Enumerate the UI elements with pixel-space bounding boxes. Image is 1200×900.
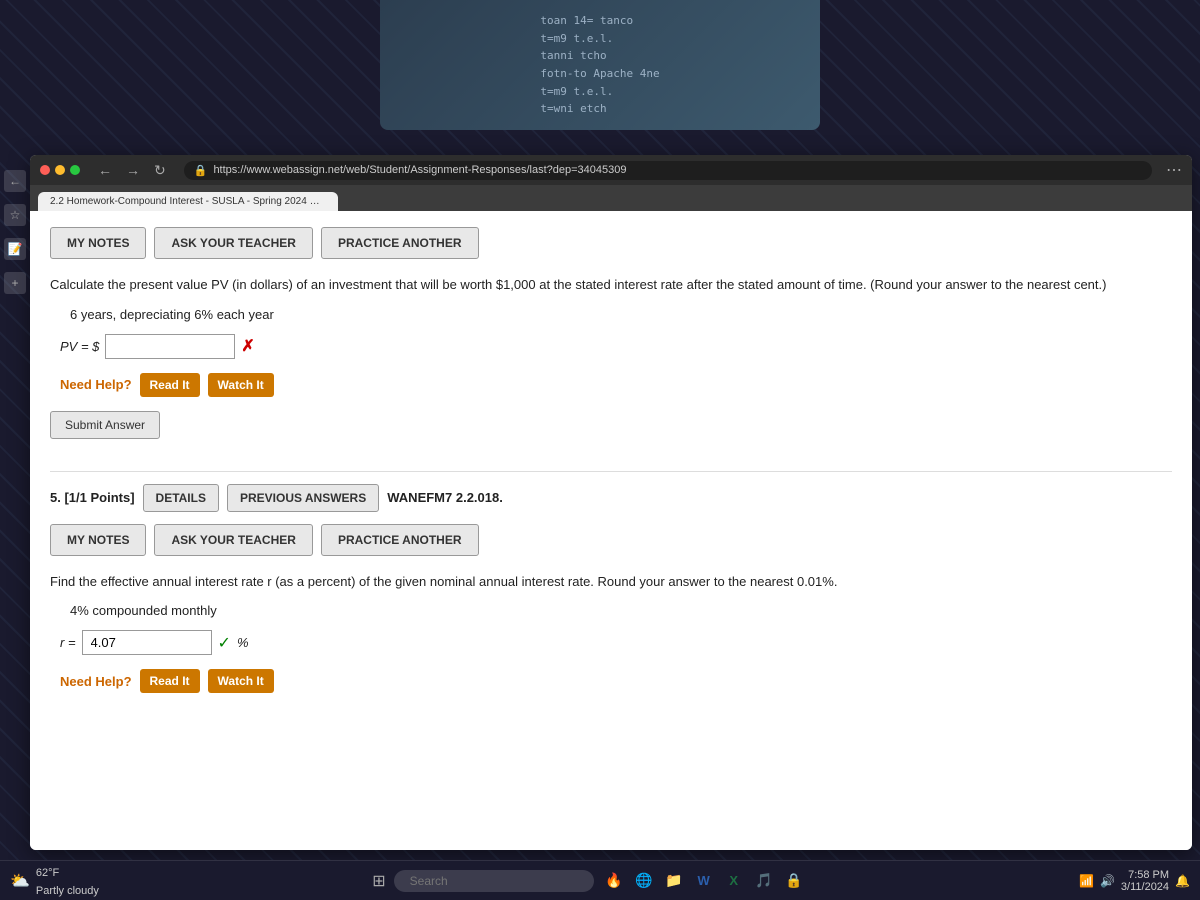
r-label: r = [60,635,76,650]
watch-it-button-4[interactable]: Watch It [208,373,274,397]
taskbar-icon-2[interactable]: 🌐 [632,869,656,893]
address-bar-container[interactable]: 🔒 [184,161,1152,180]
section5-action-buttons: MY NOTES ASK YOUR TEACHER PRACTICE ANOTH… [50,524,1172,556]
submit-answer-button[interactable]: Submit Answer [50,411,160,439]
browser-window: ← → ↻ 🔒 ⋯ 2.2 Homework-Compound Interest… [30,155,1192,850]
sidebar: ← ☆ 📝 + [0,160,30,760]
section4-action-buttons: MY NOTES ASK YOUR TEACHER PRACTICE ANOTH… [50,227,1172,259]
r-input[interactable] [82,630,212,655]
tab-bar: 2.2 Homework-Compound Interest - SUSLA -… [30,185,1192,211]
check-icon: ✓ [218,633,231,653]
watch-it-button-5[interactable]: Watch It [208,669,274,693]
reload-button[interactable]: ↻ [150,160,170,181]
taskbar-icon-1[interactable]: 🔥 [602,869,626,893]
sidebar-icon-plus[interactable]: + [4,272,26,294]
weather-condition: Partly cloudy [36,885,99,897]
top-decorative-image: toan 14= tanco t=m9 t.e.l. tanni tcho fo… [380,0,820,130]
taskbar: ⛅ 62°F Partly cloudy ⊞ 🔥 🌐 📁 W X 🎵 🔒 📶 🔊… [0,860,1200,900]
volume-icon: 🔊 [1100,874,1115,888]
sidebar-icon-note[interactable]: 📝 [4,238,26,260]
weather-icon: ⛅ [10,871,30,891]
read-it-button-5[interactable]: Read It [140,669,200,693]
section5-points-row: 5. [1/1 Points] DETAILS PREVIOUS ANSWERS… [50,484,1172,512]
prev-answers-button-5[interactable]: PREVIOUS ANSWERS [227,484,379,512]
forward-button[interactable]: → [122,160,144,180]
problem4-text: Calculate the present value PV (in dolla… [50,275,1172,295]
taskbar-left: ⛅ 62°F Partly cloudy [10,863,99,899]
weather-info: 62°F Partly cloudy [36,863,99,899]
pv-input[interactable] [105,334,235,359]
points-badge-5: 5. [1/1 Points] [50,490,135,505]
my-notes-button-4[interactable]: MY NOTES [50,227,146,259]
notifications-icon[interactable]: 🔔 [1175,874,1190,888]
taskbar-icon-5[interactable]: 🔒 [782,869,806,893]
problem5-subtext: 4% compounded monthly [50,603,1172,618]
problem5-input-row: r = ✓ % [50,630,1172,655]
practice-another-button-5[interactable]: PRACTICE ANOTHER [321,524,479,556]
taskbar-icon-excel[interactable]: X [722,869,746,893]
weather-temp: 62°F [36,867,59,879]
need-help-label-5: Need Help? [60,674,132,689]
active-tab[interactable]: 2.2 Homework-Compound Interest - SUSLA -… [38,192,338,211]
network-icon: 📶 [1079,874,1094,888]
ask-teacher-button-4[interactable]: ASK YOUR TEACHER [154,227,312,259]
problem-code-5: WANEFM7 2.2.018. [387,490,503,505]
taskbar-right: 📶 🔊 7:58 PM 3/11/2024 🔔 [1079,869,1190,893]
taskbar-datetime: 7:58 PM 3/11/2024 [1121,869,1169,893]
browser-chrome: ← → ↻ 🔒 ⋯ [30,155,1192,185]
taskbar-icon-3[interactable]: 📁 [662,869,686,893]
need-help-label-4: Need Help? [60,377,132,392]
taskbar-app-icons: 🔥 🌐 📁 W X 🎵 🔒 [602,869,806,893]
clock-date: 3/11/2024 [1121,881,1169,893]
error-icon: ✗ [241,336,254,356]
problem4-subtext: 6 years, depreciating 6% each year [50,307,1172,322]
lock-icon: 🔒 [194,164,208,177]
need-help-5: Need Help? Read It Watch It [50,669,1172,693]
details-button-5[interactable]: DETAILS [143,484,219,512]
clock-time: 7:58 PM [1128,869,1169,881]
taskbar-icon-word[interactable]: W [692,869,716,893]
close-button[interactable] [40,165,50,175]
maximize-button[interactable] [70,165,80,175]
back-button[interactable]: ← [94,160,116,180]
sidebar-icon-star[interactable]: ☆ [4,204,26,226]
taskbar-icon-4[interactable]: 🎵 [752,869,776,893]
browser-navigation: ← → ↻ [94,160,170,181]
taskbar-search-input[interactable] [394,870,594,892]
practice-another-button-4[interactable]: PRACTICE ANOTHER [321,227,479,259]
minimize-button[interactable] [55,165,65,175]
ask-teacher-button-5[interactable]: ASK YOUR TEACHER [154,524,312,556]
address-bar[interactable] [213,164,1142,176]
page-content[interactable]: MY NOTES ASK YOUR TEACHER PRACTICE ANOTH… [30,211,1192,850]
decorative-text: toan 14= tanco t=m9 t.e.l. tanni tcho fo… [532,4,667,126]
pv-label: PV = $ [60,339,99,354]
windows-icon[interactable]: ⊞ [372,871,385,891]
read-it-button-4[interactable]: Read It [140,373,200,397]
problem4-input-row: PV = $ ✗ [50,334,1172,359]
sidebar-icon-back[interactable]: ← [4,170,26,192]
window-controls [40,165,80,175]
taskbar-center: ⊞ 🔥 🌐 📁 W X 🎵 🔒 [107,869,1071,893]
percent-label: % [237,635,249,650]
browser-menu-icon[interactable]: ⋯ [1166,160,1182,180]
need-help-4: Need Help? Read It Watch It [50,373,1172,397]
section-divider [50,471,1172,472]
my-notes-button-5[interactable]: MY NOTES [50,524,146,556]
problem5-text: Find the effective annual interest rate … [50,572,1172,592]
